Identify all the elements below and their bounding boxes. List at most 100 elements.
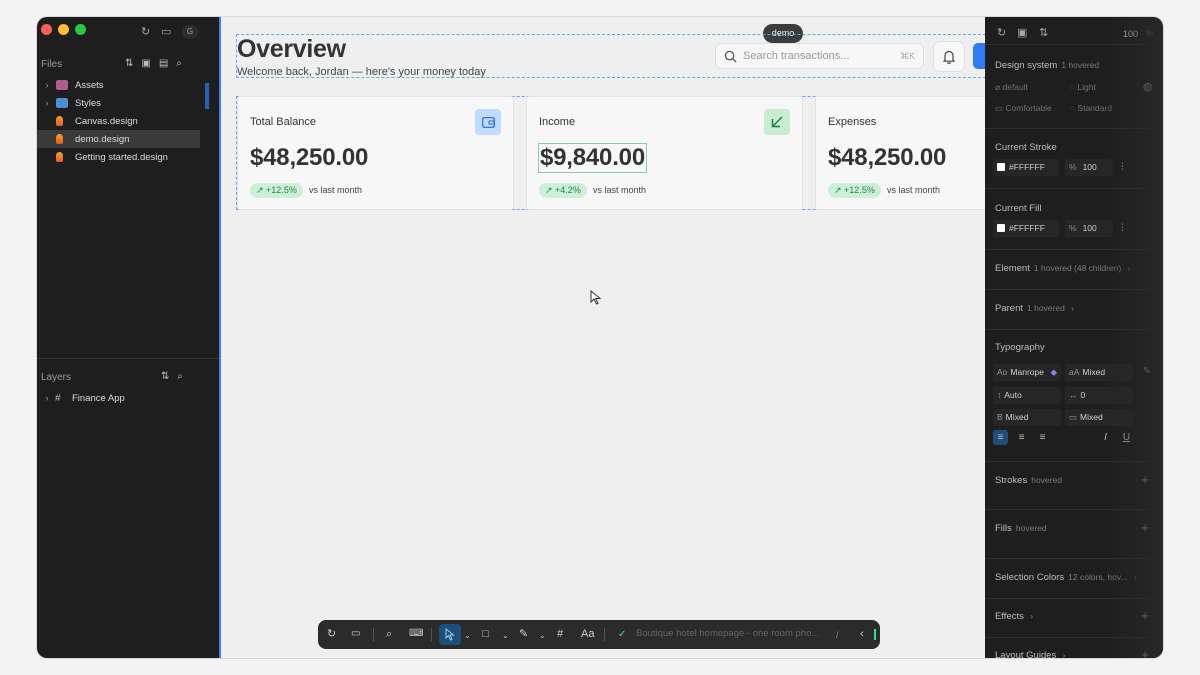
- align-center-icon[interactable]: ≡: [1014, 430, 1029, 445]
- pen-tool-icon[interactable]: ✎: [519, 627, 528, 641]
- design-file-icon: [56, 116, 63, 126]
- search-icon[interactable]: ⌕: [177, 371, 183, 382]
- text-case-field[interactable]: ▭ Mixed: [1065, 409, 1133, 426]
- search-placeholder: Search transactions...: [743, 50, 850, 62]
- file-item-styles[interactable]: › Styles: [37, 94, 200, 112]
- card-value: $9,840.00: [538, 143, 647, 173]
- design-system-section[interactable]: Design system 1 hovered: [995, 60, 1099, 71]
- current-fill-label: Current Fill: [995, 203, 1042, 214]
- file-item-demo[interactable]: demo.design: [37, 130, 200, 148]
- close-window-button[interactable]: [41, 24, 52, 35]
- palette-icon[interactable]: ◍: [1143, 80, 1153, 93]
- parent-section[interactable]: Parent 1 hovered ›: [995, 303, 1074, 314]
- font-family-field[interactable]: Ao Manrope ◆: [993, 364, 1061, 381]
- status-text[interactable]: Boutique hotel homepage - one room pho..…: [636, 628, 819, 639]
- font-size-field[interactable]: aA Mixed: [1065, 364, 1133, 381]
- history-icon[interactable]: ↻: [997, 27, 1006, 39]
- file-item-canvas[interactable]: Canvas.design: [37, 112, 200, 130]
- strokes-section[interactable]: Strokes hovered: [995, 475, 1062, 486]
- minimize-window-button[interactable]: [58, 24, 69, 35]
- history-icon[interactable]: ↻: [141, 26, 150, 38]
- search-icon: [724, 50, 737, 63]
- layers-section-title: Layers: [41, 372, 72, 383]
- fill-opacity-field[interactable]: % 100: [1065, 220, 1113, 237]
- chevron-down-icon[interactable]: ⌄: [539, 629, 546, 643]
- chevron-left-icon[interactable]: ‹: [860, 627, 864, 641]
- fills-section[interactable]: Fills hovered: [995, 523, 1047, 534]
- chevron-right-icon[interactable]: ›: [41, 393, 53, 403]
- file-item-assets[interactable]: › Assets: [37, 76, 200, 94]
- edit-icon[interactable]: ✎: [1143, 366, 1151, 377]
- page-title: Overview: [237, 35, 346, 63]
- theme-option-default[interactable]: ⌀ default: [995, 82, 1028, 93]
- expand-icon[interactable]: ⇅: [1039, 27, 1048, 39]
- color-swatch[interactable]: [997, 163, 1005, 171]
- text-tool-button[interactable]: Aa: [581, 627, 594, 641]
- stat-card-expenses[interactable]: Expenses $48,250.00 ↗ +12.5% vs last mon…: [815, 96, 995, 210]
- frame-icon: #: [55, 392, 61, 404]
- selection-colors-section[interactable]: Selection Colors 12 colors, hov... ›: [995, 572, 1137, 583]
- line-height-field[interactable]: ↕ Auto: [993, 387, 1061, 404]
- fill-settings-icon[interactable]: ⫶: [1121, 223, 1124, 234]
- notifications-button[interactable]: [933, 41, 965, 72]
- status-indicator: [874, 629, 876, 640]
- change-badge: ↗ +12.5%: [250, 183, 303, 198]
- element-section[interactable]: Element 1 hovered (48 children) ›: [995, 263, 1130, 274]
- font-weight-field[interactable]: B Mixed: [993, 409, 1061, 426]
- zoom-level[interactable]: 100: [1123, 29, 1138, 39]
- layout-guides-section[interactable]: Layout Guides ›: [995, 650, 1065, 658]
- chevron-down-icon[interactable]: ⌄: [502, 629, 509, 643]
- density-option-comfortable[interactable]: ▭ Comfortable: [995, 103, 1052, 114]
- density-option-standard[interactable]: ◌ Standard: [1070, 103, 1112, 113]
- file-label: Canvas.design: [75, 115, 138, 127]
- card-compare-text: vs last month: [309, 185, 363, 195]
- chevron-right-icon[interactable]: ›: [41, 80, 53, 90]
- underline-icon[interactable]: U: [1119, 430, 1134, 445]
- stroke-settings-icon[interactable]: ⫶: [1121, 162, 1124, 173]
- keyboard-icon[interactable]: ⌨: [409, 627, 423, 641]
- add-stroke-icon[interactable]: +: [1141, 472, 1149, 487]
- divider: [37, 358, 219, 359]
- add-layout-guide-icon[interactable]: +: [1141, 647, 1149, 658]
- theme-option-light[interactable]: ◌ Light: [1070, 82, 1096, 92]
- history-icon[interactable]: ↻: [327, 627, 336, 641]
- chevron-right-icon: ›: [1027, 611, 1034, 621]
- rectangle-tool-icon[interactable]: □: [482, 627, 489, 641]
- chevron-right-icon: ›: [1068, 303, 1075, 313]
- fill-color-field[interactable]: #FFFFFF: [993, 220, 1059, 237]
- color-swatch[interactable]: [997, 224, 1005, 232]
- panel-layout-icon[interactable]: ▣: [1017, 27, 1027, 39]
- align-right-icon[interactable]: ≡: [1035, 430, 1050, 445]
- bottom-toolbar: ↻ ▭ ⌕ ⌨ ⌄ □ ⌄ ✎ ⌄ # Aa ✓ Boutique hotel …: [318, 620, 880, 649]
- new-folder-icon[interactable]: ▣: [141, 58, 150, 69]
- search-icon[interactable]: ⌕: [176, 58, 182, 69]
- effects-section[interactable]: Effects ›: [995, 611, 1033, 622]
- maximize-window-button[interactable]: [75, 24, 86, 35]
- sort-icon[interactable]: ⇅: [161, 371, 169, 382]
- chevron-right-icon[interactable]: ›: [41, 98, 53, 108]
- assets-folder-icon: [56, 80, 68, 90]
- layer-item-finance-app[interactable]: › # Finance App: [37, 389, 200, 407]
- preview-icon[interactable]: ▭: [351, 627, 360, 641]
- search-input[interactable]: Search transactions... ⌘K: [715, 43, 924, 69]
- chevron-down-icon[interactable]: ⌄: [464, 629, 471, 643]
- add-fill-icon[interactable]: +: [1141, 520, 1149, 535]
- add-effect-icon[interactable]: +: [1141, 608, 1149, 623]
- italic-icon[interactable]: I: [1098, 430, 1113, 445]
- letter-spacing-field[interactable]: ↔ 0: [1065, 387, 1133, 404]
- sidebar-toggle-icon[interactable]: ▭: [161, 26, 171, 38]
- frame-tool-icon[interactable]: #: [557, 627, 563, 641]
- stat-card-total-balance[interactable]: Total Balance $48,250.00 ↗ +12.5% vs las…: [237, 96, 514, 210]
- stroke-opacity-field[interactable]: % 100: [1065, 159, 1113, 176]
- stat-card-income[interactable]: Income $9,840.00 ↗ +4.2% vs last month: [526, 96, 803, 210]
- file-item-getting-started[interactable]: Getting started.design: [37, 148, 200, 166]
- zoom-search-icon[interactable]: ⌕: [386, 627, 392, 641]
- search-shortcut: ⌘K: [899, 50, 915, 61]
- align-left-icon[interactable]: ≡: [993, 430, 1008, 445]
- avatar[interactable]: G: [182, 25, 198, 39]
- trend-up-icon: ↗: [545, 185, 556, 195]
- stroke-color-field[interactable]: #FFFFFF: [993, 159, 1059, 176]
- new-file-icon[interactable]: ▤: [159, 58, 168, 69]
- scrollbar-thumb[interactable]: [205, 83, 209, 109]
- sort-icon[interactable]: ⇅: [125, 58, 133, 69]
